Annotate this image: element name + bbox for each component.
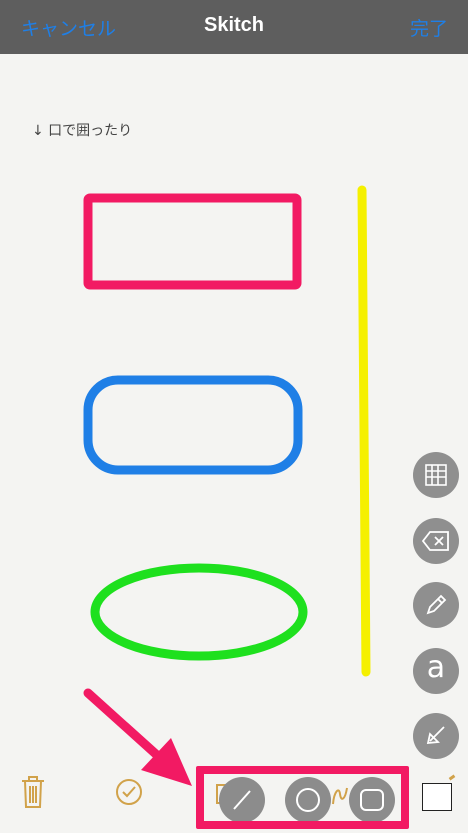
trash-icon[interactable] — [20, 775, 46, 809]
eraser-icon[interactable] — [413, 518, 459, 564]
yellow-line-shape[interactable] — [357, 185, 371, 677]
green-ellipse-shape[interactable] — [90, 563, 308, 661]
rectangle-tool-icon[interactable] — [422, 783, 452, 811]
blue-rounded-rectangle-shape[interactable] — [83, 375, 303, 475]
highlight-box — [196, 766, 409, 829]
text-icon[interactable]: a — [413, 648, 459, 694]
arrow-icon[interactable] — [413, 713, 459, 759]
annotations-layer — [83, 185, 371, 786]
pen-icon[interactable] — [413, 582, 459, 628]
pink-arrow-shape[interactable] — [83, 688, 192, 786]
checkmark-icon[interactable] — [114, 777, 144, 807]
pixelate-icon[interactable] — [413, 452, 459, 498]
pink-rectangle-shape[interactable] — [83, 193, 302, 290]
